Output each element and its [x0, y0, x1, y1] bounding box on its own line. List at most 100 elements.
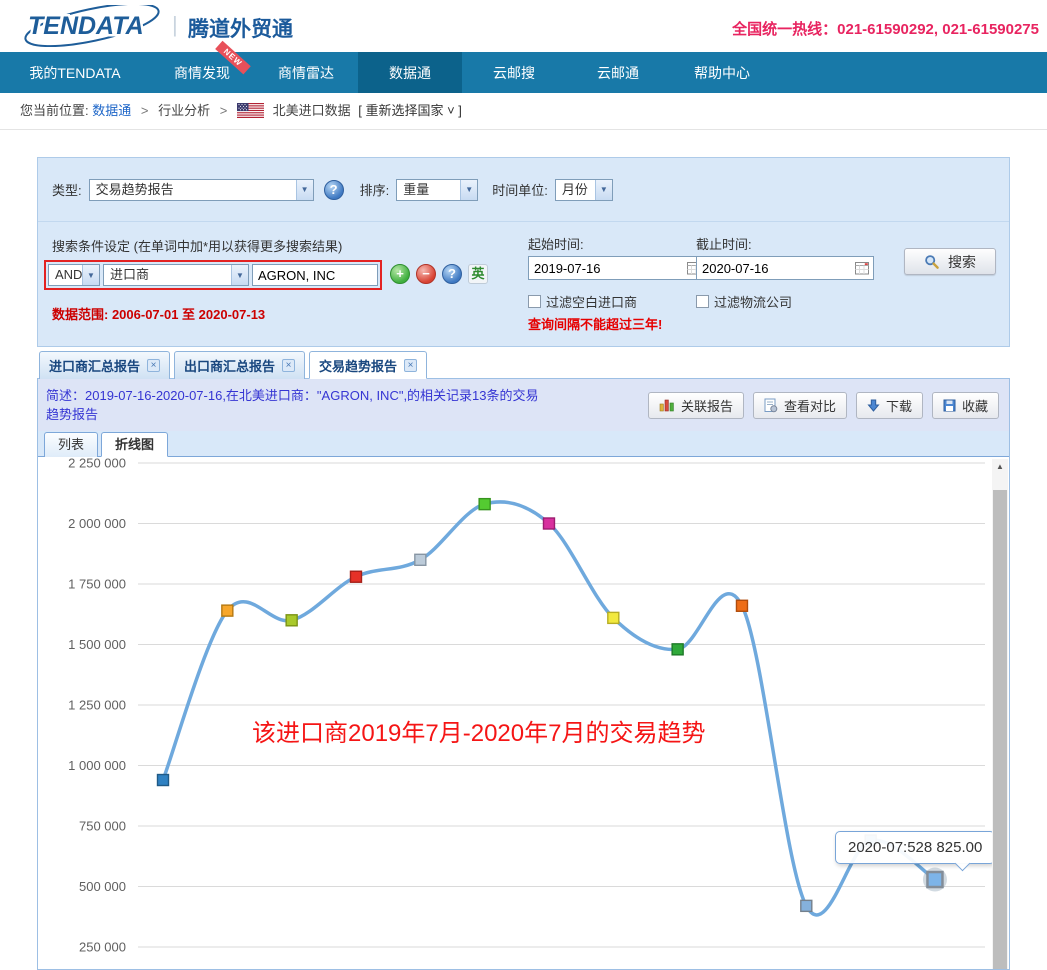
help-icon[interactable]: ? — [324, 180, 344, 200]
chart-marker[interactable] — [543, 518, 554, 529]
search-conditions-title: 搜索条件设定 (在单词中加*用以获得更多搜索结果) — [52, 236, 342, 255]
nav-item-data-hub[interactable]: 数据通 — [358, 52, 462, 93]
start-date-field[interactable] — [534, 261, 687, 276]
chart-marker[interactable] — [158, 775, 169, 786]
favorite-button[interactable]: 收藏 — [932, 392, 999, 419]
summary-text: 简述：2019-07-16-2020-07-16,在北美进口商："AGRON, … — [46, 386, 551, 424]
type-label: 类型: — [52, 180, 82, 199]
y-axis-label: 2 250 000 — [68, 457, 126, 471]
vertical-scrollbar[interactable]: ▲ — [992, 459, 1008, 969]
field-select[interactable]: 进口商 ▼ — [103, 264, 249, 286]
summary-bar: 简述：2019-07-16-2020-07-16,在北美进口商："AGRON, … — [38, 379, 1009, 431]
search-hint-text: (在单词中加*用以获得更多搜索结果) — [134, 239, 343, 254]
chart-marker[interactable] — [350, 571, 361, 582]
y-axis-label: 250 000 — [79, 940, 126, 955]
chart-marker[interactable] — [608, 612, 619, 623]
type-row: 类型: 交易趋势报告 ▼ ? 排序: 重量 ▼ 时间单位: 月份 ▼ — [38, 158, 1009, 222]
keyword-input[interactable] — [252, 264, 378, 286]
filter-blank-importer-checkbox[interactable] — [528, 295, 541, 308]
tab-exporter-summary[interactable]: 出口商汇总报告 × — [174, 351, 305, 379]
tab-importer-summary[interactable]: 进口商汇总报告 × — [39, 351, 170, 379]
nav-item-cloud-mail-search[interactable]: 云邮搜 — [462, 52, 566, 93]
sort-select[interactable]: 重量 ▼ — [396, 179, 478, 201]
condition-row: AND ▼ 进口商 ▼ — [44, 260, 382, 290]
help-icon[interactable]: ? — [442, 264, 462, 284]
chart-marker[interactable] — [479, 499, 490, 510]
breadcrumb-item-industry-analysis[interactable]: 行业分析 — [158, 103, 210, 118]
scroll-up-icon[interactable]: ▲ — [992, 459, 1008, 474]
nav-label: 商情发现 — [174, 63, 230, 83]
chart-marker[interactable] — [801, 900, 812, 911]
chart-marker[interactable] — [927, 872, 942, 887]
nav-item-help-center[interactable]: 帮助中心 — [670, 52, 774, 93]
page: TENDATA | 腾道外贸通 全国统一热线：021-61590292, 021… — [0, 0, 1047, 970]
start-date-label: 起始时间: — [528, 234, 706, 253]
chart-marker[interactable] — [415, 554, 426, 565]
remove-condition-icon[interactable]: − — [416, 264, 436, 284]
breadcrumb-prefix: 您当前位置: — [20, 103, 89, 118]
sort-label: 排序: — [360, 180, 390, 199]
filter-logistics-option: 过滤物流公司 — [696, 292, 874, 311]
y-axis-label: 2 000 000 — [68, 516, 126, 531]
chart-marker[interactable] — [286, 615, 297, 626]
filter-panel: 类型: 交易趋势报告 ▼ ? 排序: 重量 ▼ 时间单位: 月份 ▼ 搜索条件设… — [37, 157, 1010, 347]
start-date-input[interactable] — [528, 256, 706, 280]
filter-logistics-checkbox[interactable] — [696, 295, 709, 308]
field-value: 进口商 — [104, 265, 231, 285]
tendata-logo[interactable]: TENDATA — [18, 5, 173, 50]
filter-logistics-label: 过滤物流公司 — [714, 292, 792, 311]
breadcrumb-link-data-hub[interactable]: 数据通 — [92, 103, 131, 118]
reselect-country-link[interactable]: [ 重新选择国家 ˅ ] — [358, 103, 462, 118]
view-tab-list[interactable]: 列表 — [44, 432, 98, 457]
search-button[interactable]: 搜索 — [904, 248, 996, 275]
trend-chart[interactable]: 2 250 0002 000 0001 750 0001 500 0001 25… — [38, 457, 1009, 969]
chevron-down-icon: ▼ — [460, 180, 477, 200]
nav-label: 我的TENDATA — [29, 63, 120, 83]
y-axis-label: 750 000 — [79, 819, 126, 834]
time-unit-select[interactable]: 月份 ▼ — [555, 179, 613, 201]
search-conditions: 搜索条件设定 (在单词中加*用以获得更多搜索结果) AND ▼ 进口商 ▼ + … — [38, 222, 1009, 346]
logo-swoosh-icon: TENDATA — [18, 5, 173, 47]
end-date-input[interactable] — [696, 256, 874, 280]
add-condition-icon[interactable]: + — [390, 264, 410, 284]
y-axis-label: 500 000 — [79, 879, 126, 894]
search-title-text: 搜索条件设定 — [52, 239, 130, 254]
related-report-button[interactable]: 关联报告 — [648, 392, 744, 419]
view-tab-line-chart[interactable]: 折线图 — [101, 432, 168, 457]
report-body: 简述：2019-07-16-2020-07-16,在北美进口商："AGRON, … — [37, 379, 1010, 970]
tab-trend-report[interactable]: 交易趋势报告 × — [309, 351, 427, 379]
logo-text: TENDATA — [28, 12, 144, 40]
view-compare-button[interactable]: 查看对比 — [753, 392, 847, 419]
download-arrow-icon — [867, 399, 880, 412]
nav-item-my-tendata[interactable]: 我的TENDATA — [0, 52, 150, 93]
download-button[interactable]: 下载 — [856, 392, 923, 419]
report-type-select[interactable]: 交易趋势报告 ▼ — [89, 179, 314, 201]
close-icon[interactable]: × — [404, 359, 417, 372]
button-label: 关联报告 — [681, 396, 733, 415]
breadcrumb-separator: > — [141, 103, 149, 118]
chart-marker[interactable] — [672, 644, 683, 655]
nav-item-cloud-mail[interactable]: 云邮通 — [566, 52, 670, 93]
hotline: 全国统一热线：021-61590292, 021-61590275 — [732, 18, 1039, 39]
language-toggle[interactable]: 英 — [468, 264, 488, 284]
chevron-down-icon: ▼ — [296, 180, 313, 200]
operator-select[interactable]: AND ▼ — [48, 264, 100, 286]
chart-marker[interactable] — [736, 600, 747, 611]
nav-item-business-discovery[interactable]: 商情发现 NEW — [150, 52, 254, 93]
product-name: 腾道外贸通 — [188, 13, 293, 43]
calendar-icon[interactable] — [855, 261, 870, 275]
breadcrumb-current: 北美进口数据 — [273, 103, 351, 118]
button-label: 查看对比 — [784, 396, 836, 415]
report-tab-strip: 进口商汇总报告 × 出口商汇总报告 × 交易趋势报告 × — [37, 350, 1010, 379]
nav-label: 云邮搜 — [493, 63, 535, 83]
nav-item-business-radar[interactable]: 商情雷达 — [254, 52, 358, 93]
chart-marker[interactable] — [222, 605, 233, 616]
close-icon[interactable]: × — [147, 359, 160, 372]
end-date-field[interactable] — [702, 261, 855, 276]
close-icon[interactable]: × — [282, 359, 295, 372]
scrollbar-thumb[interactable] — [993, 490, 1007, 969]
search-icon — [924, 254, 940, 270]
tab-label: 出口商汇总报告 — [184, 356, 275, 375]
view-tab-strip: 列表 折线图 — [38, 431, 1009, 457]
nav-label: 商情雷达 — [278, 63, 334, 83]
